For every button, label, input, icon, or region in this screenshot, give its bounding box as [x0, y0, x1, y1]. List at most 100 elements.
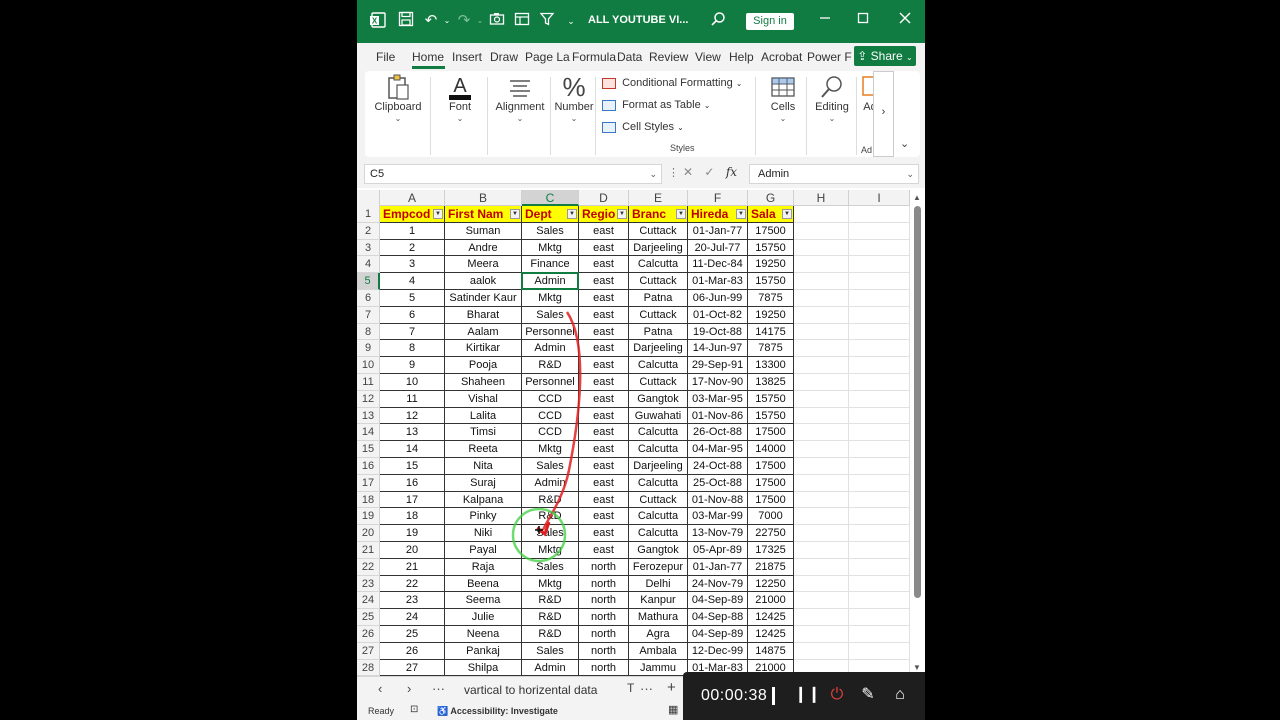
empty-cell[interactable] [794, 609, 849, 626]
table-cell[interactable]: 24-Nov-79 [688, 575, 748, 593]
table-cell[interactable]: Darjeeling [629, 239, 688, 257]
table-cell[interactable]: 14-Jun-97 [688, 340, 748, 358]
tab-acrobat[interactable]: Acrobat [761, 50, 802, 64]
table-cell[interactable]: 14000 [748, 441, 794, 458]
header-cell[interactable]: Regio ▼ [579, 206, 629, 223]
conditional-formatting-button[interactable]: Conditional Formatting ⌄ [602, 77, 743, 89]
empty-cell[interactable] [849, 491, 910, 509]
accessibility-status[interactable]: ♿ Accessibility: Investigate [437, 706, 558, 717]
table-cell[interactable]: 17500 [748, 474, 794, 492]
table-cell[interactable]: east [579, 222, 629, 240]
column-header-g[interactable]: G [748, 190, 794, 206]
header-cell[interactable]: Branc ▼ [629, 206, 688, 223]
empty-cell[interactable] [849, 390, 910, 408]
cell-styles-button[interactable]: Cell Styles ⌄ [602, 121, 684, 133]
camera-icon[interactable] [487, 11, 507, 31]
column-header-f[interactable]: F [688, 190, 748, 206]
table-cell[interactable]: 12-Dec-99 [688, 642, 748, 660]
scroll-up-icon[interactable]: ▲ [913, 193, 921, 202]
empty-cell[interactable] [794, 306, 849, 324]
table-cell[interactable]: Cuttack [629, 273, 688, 290]
empty-cell[interactable] [849, 357, 910, 374]
table-cell[interactable]: 15750 [748, 390, 794, 408]
tab-help[interactable]: Help [729, 50, 754, 64]
table-cell[interactable]: R&D [522, 357, 579, 374]
table-cell[interactable]: east [579, 491, 629, 509]
table-cell[interactable]: 15750 [748, 407, 794, 425]
table-cell[interactable]: Kalpana [445, 491, 522, 509]
column-header-c[interactable]: C [522, 190, 579, 206]
row-header[interactable]: 20 [357, 525, 380, 542]
table-cell[interactable]: 03-Mar-95 [688, 390, 748, 408]
empty-cell[interactable] [849, 508, 910, 526]
row-header[interactable]: 2 [357, 222, 380, 240]
empty-cell[interactable] [794, 441, 849, 458]
table-cell[interactable]: Mktg [522, 441, 579, 458]
empty-cell[interactable] [794, 357, 849, 374]
table-cell[interactable]: Personnel [522, 323, 579, 341]
expand-formula-icon[interactable]: ⌄ [906, 165, 914, 183]
row-header[interactable]: 8 [357, 323, 380, 341]
table-cell[interactable]: CCD [522, 390, 579, 408]
table-cell[interactable]: 21 [380, 558, 445, 576]
table-cell[interactable]: 19250 [748, 306, 794, 324]
name-box[interactable]: C5 ⌄ [364, 164, 662, 184]
scroll-down-icon[interactable]: ▼ [913, 663, 921, 672]
table-cell[interactable]: 8 [380, 340, 445, 358]
tab-page-layout[interactable]: Page La [525, 50, 570, 64]
empty-cell[interactable] [794, 491, 849, 509]
table-cell[interactable]: 05-Apr-89 [688, 542, 748, 559]
table-cell[interactable]: 04-Sep-89 [688, 626, 748, 643]
column-header-h[interactable]: H [794, 190, 849, 206]
header-cell[interactable]: First Nam ▼ [445, 206, 522, 223]
empty-cell[interactable] [849, 407, 910, 425]
table-cell[interactable]: 17500 [748, 491, 794, 509]
table-cell[interactable]: Agra [629, 626, 688, 643]
worksheet-grid[interactable]: ABCDEFGHI 1 2 3 4 5 6 7 8 9 10 11 12 13 14 15 16 17 18 19 2… [357, 190, 925, 676]
select-all-corner[interactable] [357, 190, 380, 206]
table-cell[interactable]: 17500 [748, 458, 794, 475]
table-cell[interactable]: Gangtok [629, 542, 688, 559]
row-header[interactable]: 17 [357, 474, 380, 492]
table-cell[interactable]: north [579, 642, 629, 660]
table-cell[interactable]: north [579, 609, 629, 626]
table-cell[interactable]: 9 [380, 357, 445, 374]
empty-cell[interactable] [794, 458, 849, 475]
table-cell[interactable]: Patna [629, 323, 688, 341]
table-cell[interactable]: 17500 [748, 424, 794, 442]
empty-cell[interactable] [849, 323, 910, 341]
table-cell[interactable]: Admin [522, 340, 579, 358]
table-cell[interactable]: east [579, 458, 629, 475]
table-cell[interactable]: Calcutta [629, 424, 688, 442]
table-cell[interactable]: 04-Sep-88 [688, 609, 748, 626]
table-cell[interactable]: 01-Mar-83 [688, 273, 748, 290]
table-cell[interactable]: Calcutta [629, 256, 688, 274]
table-cell[interactable]: Mktg [522, 542, 579, 559]
table-cell[interactable]: east [579, 407, 629, 425]
table-cell[interactable]: Cuttack [629, 491, 688, 509]
sign-in-button[interactable]: Sign in [746, 13, 794, 30]
table-cell[interactable]: Mktg [522, 290, 579, 307]
table-cell[interactable]: east [579, 239, 629, 257]
table-cell[interactable]: Shaheen [445, 374, 522, 391]
filter-dropdown-icon[interactable]: ▼ [510, 209, 520, 219]
empty-cell[interactable] [849, 306, 910, 324]
header-cell[interactable]: Sala ▼ [748, 206, 794, 223]
row-header[interactable]: 5 [357, 273, 380, 290]
tab-formulas[interactable]: Formula [572, 50, 616, 64]
table-cell[interactable]: Mktg [522, 239, 579, 257]
column-header-a[interactable]: A [380, 190, 445, 206]
table-cell[interactable]: Seema [445, 592, 522, 610]
table-cell[interactable]: Calcutta [629, 357, 688, 374]
empty-cell[interactable] [849, 290, 910, 307]
empty-cell[interactable] [794, 256, 849, 274]
previous-sheet-icon[interactable]: ‹ [378, 681, 382, 696]
table-cell[interactable]: 14 [380, 441, 445, 458]
ribbon-collapse-icon[interactable]: ⌄ [900, 137, 909, 150]
table-cell[interactable]: east [579, 290, 629, 307]
row-header[interactable]: 7 [357, 306, 380, 324]
normal-view-icon[interactable]: ▦ [668, 703, 678, 716]
cancel-icon[interactable]: ✕ [683, 165, 693, 179]
table-cell[interactable]: east [579, 525, 629, 542]
empty-cell[interactable] [794, 390, 849, 408]
